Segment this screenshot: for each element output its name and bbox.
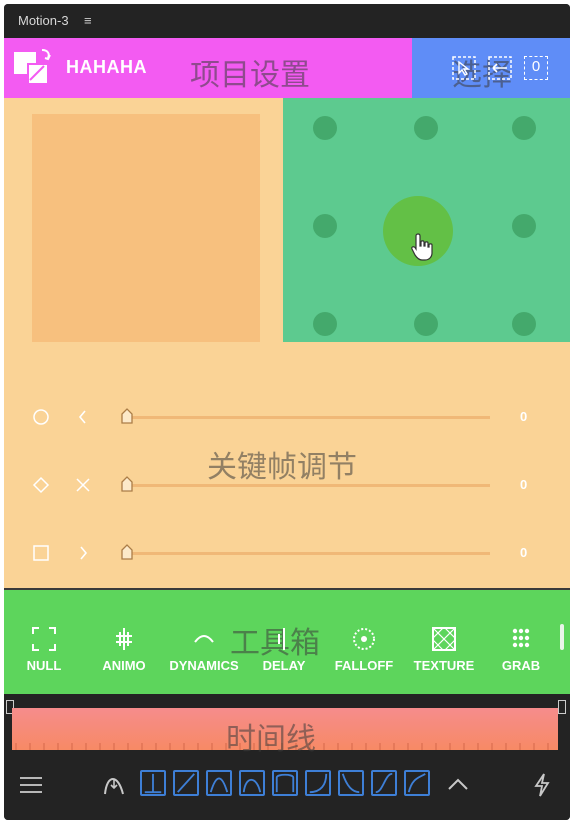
move-icon[interactable] xyxy=(488,56,512,80)
anchor-point-top-right[interactable] xyxy=(512,116,536,140)
ease-preset-button-6[interactable] xyxy=(305,770,331,796)
animo-icon xyxy=(116,628,132,650)
keyframe-section: 关键帧调节 0 0 0 xyxy=(4,342,570,588)
tool-grab-label: GRAB xyxy=(501,658,541,673)
anchor-point-bottom-right[interactable] xyxy=(512,312,536,336)
ease-preset-button-8[interactable] xyxy=(371,770,397,796)
toolbox-scrollbar[interactable] xyxy=(560,624,564,650)
tool-animo[interactable]: ANIMO xyxy=(84,626,164,676)
tool-falloff[interactable]: FALLOFF xyxy=(324,626,404,676)
panel-menu-icon[interactable]: ≡ xyxy=(84,13,92,28)
tool-dynamics-label: DYNAMICS xyxy=(169,658,239,673)
keyframe-value-3: 0 xyxy=(520,545,528,560)
tool-dynamics[interactable]: DYNAMICS xyxy=(164,626,244,676)
main-area: 锚点 xyxy=(4,98,570,342)
ease-curve-icon xyxy=(177,773,195,793)
anchor-point-middle-left[interactable] xyxy=(313,214,337,238)
null-counter[interactable]: 0 xyxy=(524,56,548,80)
preview-box xyxy=(32,114,260,342)
keyframe-value-2: 0 xyxy=(520,477,528,492)
hamburger-icon[interactable] xyxy=(18,774,44,796)
selection-area: 选择 0 xyxy=(412,38,570,98)
delay-icon xyxy=(278,628,285,650)
ease-preset-button-7[interactable] xyxy=(338,770,364,796)
project-name: HAHAHA xyxy=(66,57,147,77)
grab-icon xyxy=(512,628,530,648)
keyframe-slider-track-1[interactable] xyxy=(122,416,490,419)
ease-curve-icon xyxy=(209,777,229,793)
null-icon xyxy=(32,627,56,651)
tool-grab[interactable]: GRAB xyxy=(481,626,561,676)
bottom-bar xyxy=(4,756,570,820)
timeline-end-handle[interactable] xyxy=(558,700,566,714)
ease-curve-icon xyxy=(242,778,262,793)
project-logo-icon[interactable] xyxy=(12,46,52,86)
chevron-up-icon[interactable] xyxy=(446,776,470,792)
ease-curve-icon xyxy=(341,773,360,794)
circle-keyframe-icon[interactable] xyxy=(32,408,50,426)
ease-preset-button-9[interactable] xyxy=(404,770,430,796)
texture-icon xyxy=(432,627,456,651)
timeline: 时间线 xyxy=(4,694,570,757)
tool-texture[interactable]: TEXTURE xyxy=(404,626,484,676)
keyframe-slider-handle-3[interactable] xyxy=(120,544,134,560)
lightning-icon[interactable] xyxy=(532,772,552,798)
keyframe-slider-handle-1[interactable] xyxy=(120,408,134,424)
tool-texture-label: TEXTURE xyxy=(413,658,475,673)
hand-cursor-icon xyxy=(411,233,433,261)
keyframe-value-1: 0 xyxy=(520,409,528,424)
tool-delay[interactable]: DELAY xyxy=(244,626,324,676)
falloff-icon xyxy=(353,628,375,650)
ease-curve-icon xyxy=(309,773,328,794)
project-settings-area[interactable]: HAHAHA 项目设置 xyxy=(4,38,412,98)
ease-curve-icon xyxy=(144,773,162,794)
diamond-keyframe-icon[interactable] xyxy=(32,476,50,494)
keyframe-row-1: 0 xyxy=(4,402,570,432)
keyframe-slider-track-3[interactable] xyxy=(122,552,490,555)
keyframe-row-3: 0 xyxy=(4,538,570,568)
timeline-label: 时间线 xyxy=(226,722,316,757)
keyframe-row-2: 0 xyxy=(4,470,570,500)
custom-ease-icon[interactable] xyxy=(102,770,126,798)
header: HAHAHA 项目设置 选择 0 xyxy=(4,38,570,98)
ease-preset-button-3[interactable] xyxy=(206,770,232,796)
panel-frame: Motion-3 ≡ HAHAHA 项目设置 选择 0 关键帧调节 0 0 0 … xyxy=(4,4,570,820)
ease-preset-button-4[interactable] xyxy=(239,770,265,796)
ease-curve-icon xyxy=(375,772,393,794)
panel-title: Motion-3 xyxy=(18,13,69,28)
square-keyframe-icon[interactable] xyxy=(32,544,50,562)
cross-icon[interactable] xyxy=(74,476,92,494)
tool-animo-label: ANIMO xyxy=(102,658,146,673)
tool-falloff-label: FALLOFF xyxy=(334,658,394,673)
ease-preset-button-5[interactable] xyxy=(272,770,298,796)
project-settings-label: 项目设置 xyxy=(190,58,310,93)
chevron-left-icon[interactable] xyxy=(74,408,92,426)
tool-null-label: NULL xyxy=(26,658,62,673)
keyframe-slider-track-2[interactable] xyxy=(122,484,490,487)
anchor-point-bottom-center[interactable] xyxy=(414,312,438,336)
title-bar: Motion-3 ≡ xyxy=(4,4,570,38)
toolbox: 工具箱 NULL ANIMO DYNAMICS DELAY FALLOFF TE… xyxy=(4,588,570,696)
tool-delay-label: DELAY xyxy=(262,658,306,673)
ease-preset-button-2[interactable] xyxy=(173,770,199,796)
anchor-point-middle-right[interactable] xyxy=(512,214,536,238)
anchor-point-bottom-left[interactable] xyxy=(313,312,337,336)
ease-curve-icon xyxy=(275,773,295,793)
anchor-point-top-left[interactable] xyxy=(313,116,337,140)
select-icon[interactable] xyxy=(452,56,476,80)
keyframe-slider-handle-2[interactable] xyxy=(120,476,134,492)
ease-preset-button-1[interactable] xyxy=(140,770,166,796)
anchor-point-top-center[interactable] xyxy=(414,116,438,140)
chevron-right-icon[interactable] xyxy=(74,544,92,562)
ease-curve-icon xyxy=(407,773,426,793)
tool-null[interactable]: NULL xyxy=(4,626,84,676)
dynamics-icon xyxy=(194,635,214,643)
